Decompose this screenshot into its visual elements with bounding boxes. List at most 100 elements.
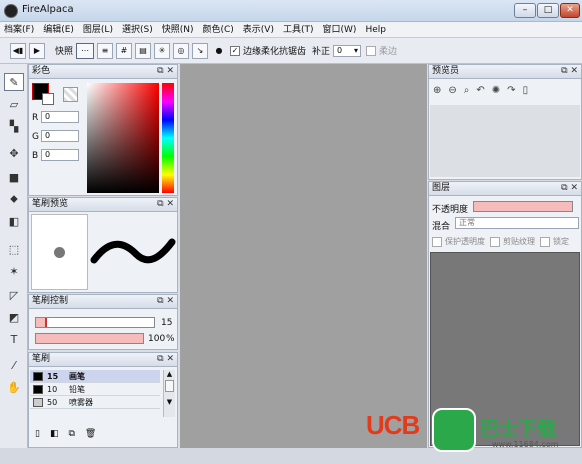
maximize-button[interactable]: □ (537, 3, 559, 18)
minimize-button[interactable]: – (514, 3, 536, 18)
menu-edit[interactable]: 编辑(E) (43, 22, 74, 38)
lock-checkbox[interactable] (540, 236, 550, 247)
duplicate-brush-icon[interactable]: ◧ (50, 429, 59, 439)
lasso-tool-icon[interactable]: ◸ (4, 286, 24, 304)
title-bar: FireAlpaca – □ ✕ (0, 0, 582, 22)
brush-preview-panel: 笔刷预览 ⧉ ✕ (28, 197, 178, 293)
menu-tools[interactable]: 工具(T) (283, 22, 314, 38)
zoom-in-icon[interactable]: ⊕ (433, 85, 441, 96)
layers-title: 图层 (432, 183, 451, 193)
saturation-picker[interactable] (87, 83, 159, 193)
text-tool-icon[interactable]: T (4, 330, 24, 348)
window-title: FireAlpaca (22, 4, 74, 15)
move-tool-icon[interactable]: ✥ (4, 144, 24, 162)
bucket-tool-icon[interactable]: ⬥ (4, 190, 24, 208)
blend-label: 混合 (432, 222, 451, 232)
flip-icon[interactable]: ▯ (523, 85, 529, 96)
copy-brush-icon[interactable]: ⧉ (68, 429, 74, 439)
soft-edge-checkbox[interactable] (366, 45, 377, 56)
snap-off-icon[interactable]: ⋯ (76, 42, 95, 59)
brush-tip-preview (31, 214, 88, 290)
transparent-swatch[interactable] (63, 87, 78, 102)
fill-rect-tool-icon[interactable]: ■ (4, 168, 24, 186)
panel-controls-icon[interactable]: ⧉ ✕ (157, 198, 174, 211)
clipping-checkbox[interactable] (490, 236, 500, 247)
rotate-right-icon[interactable]: ↷ (507, 85, 515, 96)
status-bar (0, 448, 582, 464)
navigator-preview[interactable] (430, 105, 580, 177)
zoom-fit-icon[interactable]: ⌕ (464, 85, 470, 96)
pen-tool-icon[interactable]: ✎ (4, 73, 24, 91)
menu-select[interactable]: 選択(S) (122, 22, 153, 38)
blend-select[interactable]: 正常 (455, 217, 579, 229)
hand-tool-icon[interactable]: ✋ (4, 378, 24, 396)
panel-controls-icon[interactable]: ⧉ ✕ (157, 65, 174, 78)
snap-circle-icon[interactable]: ◎ (173, 42, 190, 59)
panel-controls-icon[interactable]: ⧉ ✕ (157, 295, 174, 308)
antialias-checkbox[interactable]: ✓ (230, 45, 241, 56)
close-button[interactable]: ✕ (560, 3, 580, 18)
trash-icon[interactable]: 🗑 (85, 429, 96, 439)
brush-preview-title: 笔刷预览 (32, 199, 69, 209)
b-label: B (32, 151, 39, 161)
rotate-left-icon[interactable]: ↶ (476, 85, 484, 96)
eyedropper-icon[interactable]: ⁄ (4, 356, 24, 374)
prev-icon[interactable]: ◀▮ (10, 42, 26, 59)
snap-parallel-icon[interactable]: ≡ (97, 42, 114, 59)
opacity-label: 不透明度 (432, 205, 469, 215)
hue-slider[interactable] (162, 83, 174, 193)
layer-opacity-slider[interactable] (473, 201, 573, 212)
brush-opacity-slider[interactable] (35, 333, 144, 344)
color-panel-title: 彩色 (32, 66, 51, 76)
layer-options: 保护透明度 剪贴纹理 锁定 (432, 236, 569, 247)
protect-alpha-label: 保护透明度 (445, 237, 485, 246)
canvas-area[interactable] (180, 64, 427, 448)
list-item[interactable]: 50 喷雾器 (30, 396, 160, 409)
navigator-title: 预览员 (432, 66, 460, 76)
menu-file[interactable]: 档案(F) (4, 22, 34, 38)
menu-layer[interactable]: 图层(L) (83, 22, 113, 38)
dot-tool-icon[interactable]: ▚ (4, 117, 24, 135)
snap-grid-icon[interactable]: ▤ (135, 42, 152, 59)
watermark-logo-text: UCB (366, 410, 420, 440)
brush-list-scrollbar[interactable]: ▲ ▼ (163, 370, 175, 417)
menu-window[interactable]: 窗口(W) (323, 22, 357, 38)
menu-snap[interactable]: 快照(N) (162, 22, 194, 38)
watermark-url: www.11684.com (492, 440, 559, 449)
zoom-out-icon[interactable]: ⊖ (448, 85, 456, 96)
menu-color[interactable]: 颜色(C) (202, 22, 233, 38)
next-icon[interactable]: ▶ (29, 42, 45, 59)
watermark-title: 巴士下载 (480, 418, 557, 440)
panel-controls-icon[interactable]: ⧉ ✕ (157, 353, 174, 366)
snap-curve-icon[interactable]: ↘ (192, 42, 209, 59)
select-pen-icon[interactable]: ◩ (4, 308, 24, 326)
panel-controls-icon[interactable]: ⧉ ✕ (561, 182, 578, 195)
correction-select[interactable]: 0 ▾ (333, 44, 362, 57)
brush-size-value: 15 (161, 318, 173, 328)
g-label: G (32, 132, 39, 142)
list-item[interactable]: 15 画笔 (30, 370, 160, 383)
g-field[interactable]: 0 (41, 130, 79, 142)
list-item[interactable]: 10 铅笔 (30, 383, 160, 396)
magic-wand-icon[interactable]: ✶ (4, 262, 24, 280)
dot-icon[interactable]: ● (211, 43, 227, 59)
new-brush-icon[interactable]: ▯ (35, 429, 40, 439)
menu-view[interactable]: 表示(V) (243, 22, 274, 38)
menu-help[interactable]: Help (365, 22, 386, 38)
reset-view-icon[interactable]: ✺ (492, 85, 500, 96)
brush-control-title: 笔刷控制 (32, 296, 69, 306)
snap-radial-icon[interactable]: ✳ (154, 42, 171, 59)
gradient-tool-icon[interactable]: ◧ (4, 212, 24, 230)
panel-controls-icon[interactable]: ⧉ ✕ (561, 65, 578, 78)
protect-alpha-checkbox[interactable] (432, 236, 442, 247)
select-tool-icon[interactable]: ⬚ (4, 240, 24, 258)
r-field[interactable]: 0 (41, 111, 79, 123)
color-panel: 彩色 ⧉ ✕ R 0 G 0 B 0 (28, 64, 178, 196)
background-swatch[interactable] (42, 93, 54, 105)
brush-size-slider[interactable] (35, 317, 155, 328)
b-field[interactable]: 0 (41, 149, 79, 161)
menu-bar: 档案(F) 编辑(E) 图层(L) 選択(S) 快照(N) 颜色(C) 表示(V… (0, 22, 582, 38)
r-label: R (32, 113, 39, 123)
snap-cross-icon[interactable]: # (116, 42, 133, 59)
eraser-tool-icon[interactable]: ▱ (4, 95, 24, 113)
